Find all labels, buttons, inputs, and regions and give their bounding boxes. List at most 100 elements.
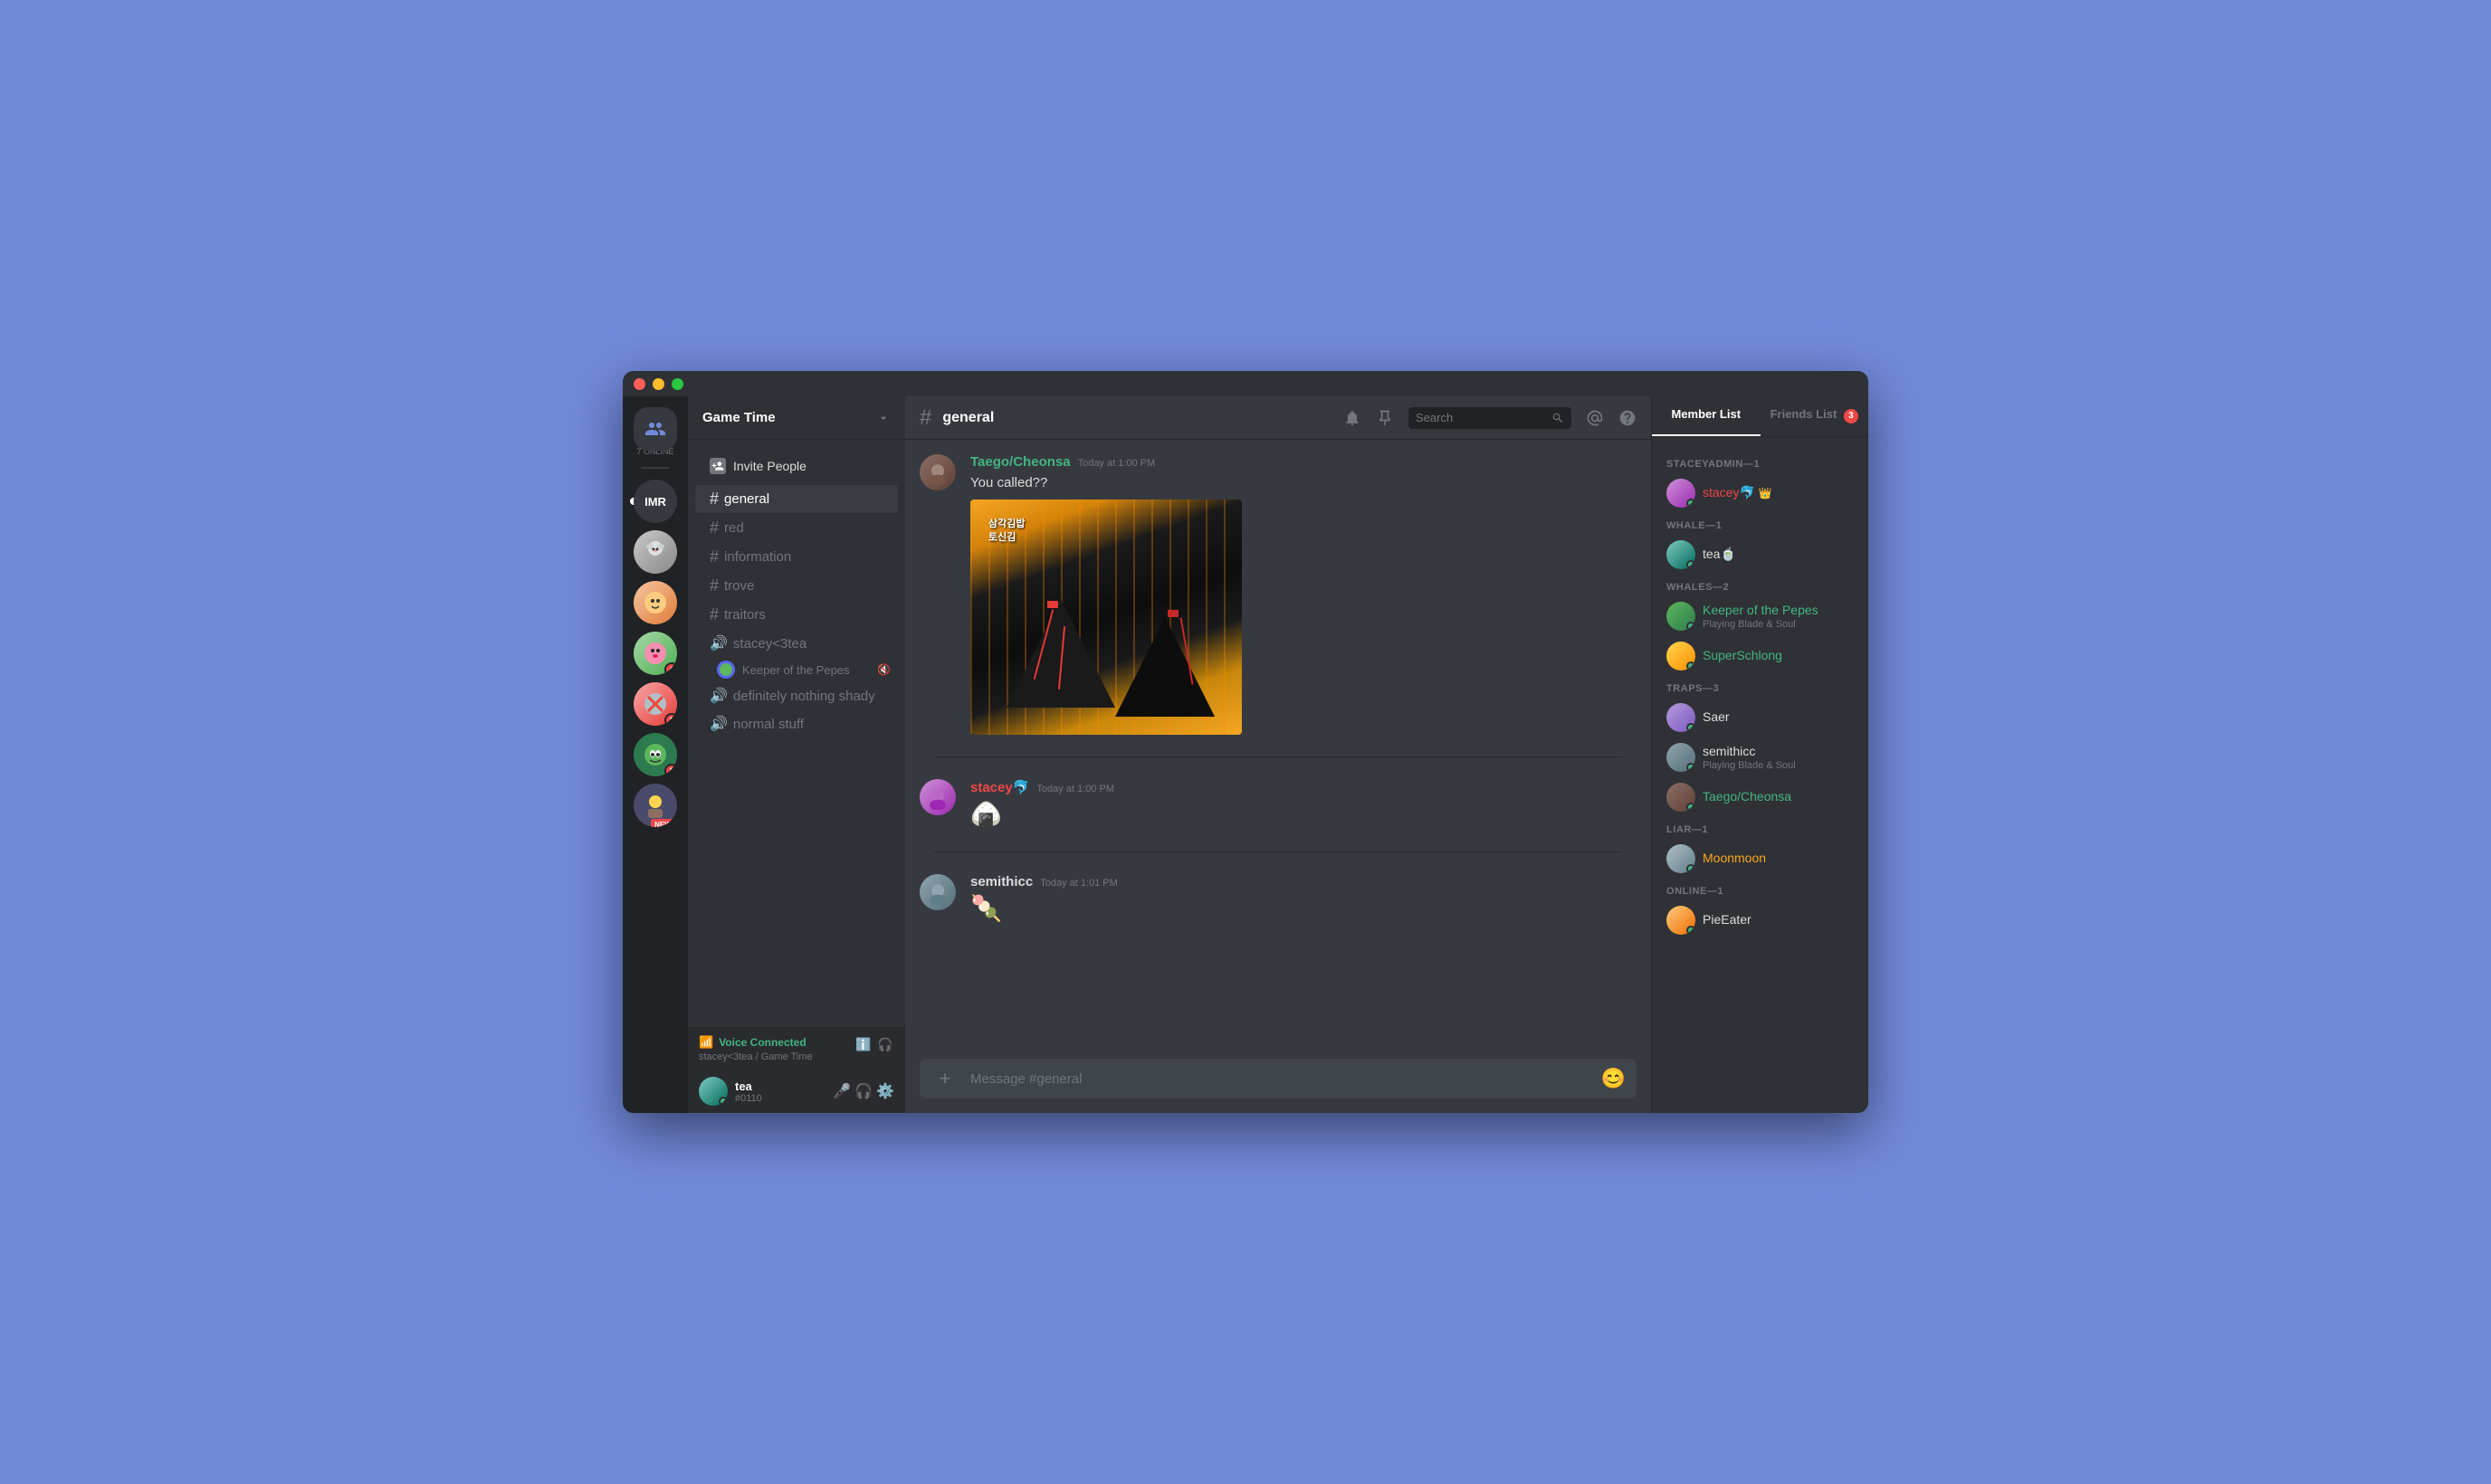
server-icon-2[interactable] bbox=[634, 581, 677, 624]
msg-content-2: stacey🐬 Today at 1:00 PM 🍙 bbox=[970, 779, 1637, 830]
voice-channel-shady[interactable]: 🔊 definitely nothing shady bbox=[695, 682, 898, 709]
member-avatar-saer bbox=[1666, 703, 1695, 732]
server-icon-wrapper-5: 2 bbox=[634, 733, 677, 776]
server-icon-5[interactable]: 2 bbox=[634, 733, 677, 776]
notification-bell-icon[interactable] bbox=[1343, 409, 1361, 427]
member-name-taego: Taego/Cheonsa bbox=[1703, 789, 1791, 804]
msg-username-taego[interactable]: Taego/Cheonsa bbox=[970, 454, 1071, 470]
channel-name-red: red bbox=[724, 520, 744, 536]
maximize-button[interactable] bbox=[672, 378, 683, 390]
server-sidebar: 7 ONLINE IMR bbox=[623, 396, 688, 1113]
member-item-saer[interactable]: Saer bbox=[1659, 698, 1861, 737]
member-name-tea: tea🍵 bbox=[1703, 547, 1736, 561]
member-item-superschlong[interactable]: SuperSchlong bbox=[1659, 636, 1861, 676]
member-item-keeper[interactable]: Keeper of the Pepes Playing Blade & Soul bbox=[1659, 596, 1861, 636]
channel-name-information: information bbox=[724, 549, 791, 565]
voice-channel-normal[interactable]: 🔊 normal stuff bbox=[695, 710, 898, 737]
user-info: tea #0110 bbox=[735, 1080, 826, 1104]
member-avatar-stacey bbox=[1666, 479, 1695, 508]
server-icon-6[interactable]: NEW ↓ bbox=[634, 784, 677, 827]
server-icon-1[interactable] bbox=[634, 530, 677, 574]
member-item-taego[interactable]: Taego/Cheonsa bbox=[1659, 777, 1861, 817]
server-icon-game-time[interactable] bbox=[634, 407, 677, 451]
message-input[interactable] bbox=[970, 1061, 1590, 1098]
category-whales2: WHALES—2 bbox=[1659, 575, 1861, 596]
minimize-button[interactable] bbox=[653, 378, 664, 390]
settings-button[interactable]: ⚙️ bbox=[876, 1082, 894, 1100]
user-bar: tea #0110 🎤 🎧 ⚙️ bbox=[688, 1070, 905, 1113]
member-info-superschlong: SuperSchlong bbox=[1703, 648, 1854, 664]
search-icon bbox=[1551, 411, 1564, 425]
voice-status-group: 📶 Voice Connected stacey<3tea / Game Tim… bbox=[699, 1035, 813, 1062]
voice-settings-button[interactable]: 🎧 bbox=[876, 1035, 894, 1053]
server-icon-imr[interactable]: IMR bbox=[634, 480, 677, 523]
messages-area: Taego/Cheonsa Today at 1:00 PM You calle… bbox=[905, 440, 1651, 1059]
server-icon-3[interactable]: 4 bbox=[634, 632, 677, 675]
msg-username-semithicc[interactable]: semithicc bbox=[970, 874, 1033, 889]
new-badge: NEW ↓ bbox=[651, 819, 677, 827]
status-dot-superschlong bbox=[1686, 661, 1695, 671]
member-avatar-keeper bbox=[1666, 602, 1695, 631]
member-item-pieeater[interactable]: PieEater bbox=[1659, 900, 1861, 940]
channel-item-information[interactable]: # information bbox=[695, 543, 898, 571]
channel-item-trove[interactable]: # trove bbox=[695, 572, 898, 600]
right-sidebar: Member List Friends List 3 STACEYADMIN—1… bbox=[1651, 396, 1868, 1113]
channel-item-general[interactable]: # general bbox=[695, 485, 898, 513]
help-icon[interactable] bbox=[1618, 409, 1637, 427]
message-input-area: + 😊 bbox=[905, 1059, 1651, 1113]
category-online: ONLINE—1 bbox=[1659, 879, 1861, 900]
members-list: STACEYADMIN—1 stacey🐬 👑 WHALE—1 bbox=[1652, 437, 1868, 1114]
voice-channel-name-stacey: stacey<3tea bbox=[733, 636, 806, 652]
search-box[interactable] bbox=[1408, 407, 1571, 429]
message-emoji-button[interactable]: 😊 bbox=[1601, 1067, 1626, 1090]
channel-name-trove: trove bbox=[724, 578, 754, 594]
voice-channel-stacey[interactable]: 🔊 stacey<3tea bbox=[695, 630, 898, 657]
msg-header-2: stacey🐬 Today at 1:00 PM bbox=[970, 779, 1637, 795]
status-dot-stacey bbox=[1686, 499, 1695, 508]
search-input[interactable] bbox=[1416, 411, 1546, 424]
message-add-button[interactable]: + bbox=[931, 1059, 959, 1099]
server-name-bar[interactable]: Game Time bbox=[688, 396, 905, 440]
msg-timestamp-3: Today at 1:01 PM bbox=[1040, 878, 1118, 889]
server-icon-4[interactable]: 1 bbox=[634, 682, 677, 726]
channel-hash-icon: # bbox=[710, 576, 719, 595]
category-staceyadmin: STACEYADMIN—1 bbox=[1659, 452, 1861, 473]
member-item-moonmoon[interactable]: Moonmoon bbox=[1659, 839, 1861, 879]
channel-hash-icon: # bbox=[710, 490, 719, 509]
invite-people-button[interactable]: Invite People bbox=[695, 451, 898, 481]
deafen-button[interactable]: 🎧 bbox=[854, 1082, 873, 1100]
msg-header-1: Taego/Cheonsa Today at 1:00 PM bbox=[970, 454, 1637, 470]
voice-connected-row: 📶 Voice Connected stacey<3tea / Game Tim… bbox=[699, 1035, 894, 1062]
member-name-moonmoon: Moonmoon bbox=[1703, 851, 1766, 865]
mention-icon[interactable] bbox=[1586, 409, 1604, 427]
voice-user-name-keeper: Keeper of the Pepes bbox=[742, 663, 850, 677]
member-item-semithicc[interactable]: semithicc Playing Blade & Soul bbox=[1659, 737, 1861, 777]
channel-item-traitors[interactable]: # traitors bbox=[695, 601, 898, 629]
server-icon-wrapper-imr: IMR bbox=[634, 480, 677, 523]
channel-item-red[interactable]: # red bbox=[695, 514, 898, 542]
close-button[interactable] bbox=[634, 378, 645, 390]
member-item-tea[interactable]: tea🍵 bbox=[1659, 535, 1861, 575]
message-divider bbox=[934, 756, 1622, 757]
user-tag: #0110 bbox=[735, 1093, 826, 1104]
member-item-stacey[interactable]: stacey🐬 👑 bbox=[1659, 473, 1861, 513]
voice-info-button[interactable]: ℹ️ bbox=[854, 1035, 873, 1053]
online-indicator bbox=[719, 1097, 728, 1106]
voice-user-keeper[interactable]: Keeper of the Pepes 🔇 bbox=[688, 658, 905, 681]
channel-hash-icon: # bbox=[710, 605, 719, 624]
voice-icon: 🔊 bbox=[710, 634, 728, 652]
msg-username-stacey[interactable]: stacey🐬 bbox=[970, 779, 1029, 795]
tab-friends-list[interactable]: Friends List 3 bbox=[1761, 396, 1869, 436]
member-activity-semithicc: Playing Blade & Soul bbox=[1703, 760, 1854, 771]
pins-icon[interactable] bbox=[1376, 409, 1394, 427]
tab-member-list[interactable]: Member List bbox=[1652, 396, 1761, 436]
message-2: stacey🐬 Today at 1:00 PM 🍙 bbox=[920, 779, 1637, 830]
server-icon-wrapper-group: 7 ONLINE bbox=[634, 407, 677, 456]
category-whale: WHALE—1 bbox=[1659, 513, 1861, 535]
user-name: tea bbox=[735, 1080, 826, 1093]
voice-channel-name-shady: definitely nothing shady bbox=[733, 689, 875, 704]
channel-name-traitors: traitors bbox=[724, 607, 766, 623]
mute-button[interactable]: 🎤 bbox=[833, 1082, 851, 1100]
voice-connected-status: 📶 Voice Connected bbox=[699, 1035, 813, 1050]
member-name-superschlong: SuperSchlong bbox=[1703, 648, 1782, 662]
